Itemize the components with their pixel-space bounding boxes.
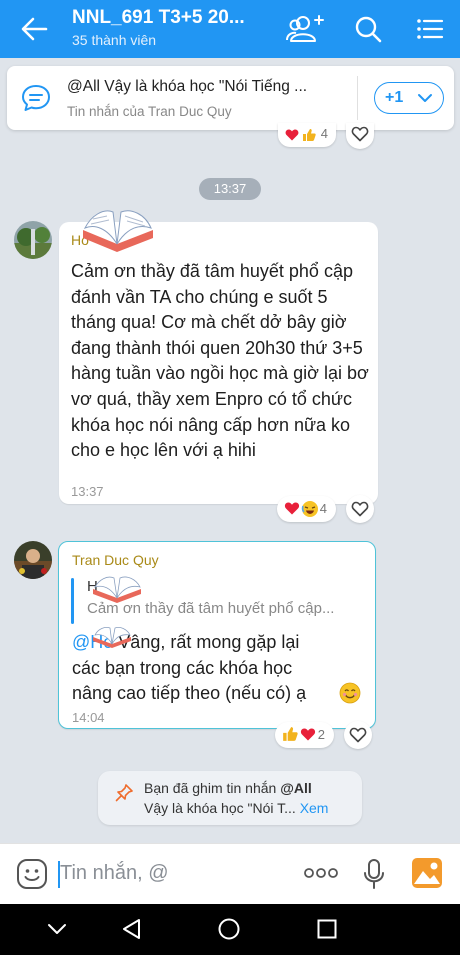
back-arrow-icon[interactable]: [18, 14, 50, 44]
pin-notice[interactable]: Bạn đã ghim tin nhắn @All Vậy là khóa họ…: [98, 771, 362, 825]
message-input-bar: Tin nhắn, @: [0, 843, 460, 904]
message-bubble[interactable]: Ho Cảm ơn thầy đã tâm huyết phổ cập đánh…: [59, 210, 378, 504]
open-book-sticker-icon: [93, 627, 131, 648]
avatar-image: [14, 221, 52, 259]
message-time: 14:04: [72, 710, 105, 725]
reaction-count: 4: [320, 126, 328, 141]
gallery-image-icon[interactable]: [411, 857, 443, 889]
notice-mention: @All: [280, 780, 312, 796]
message-text-line: Vâng, rất mong gặp lại: [113, 632, 300, 652]
chat-title[interactable]: NNL_691 T3+5 20...: [72, 7, 245, 29]
system-nav-bar: [0, 904, 460, 955]
message-text: Cảm ơn thầy đã tâm huyết phổ cập đánh vầ…: [71, 261, 369, 461]
pinned-message-bar[interactable]: @All Vậy là khóa học "Nói Tiếng ... Tin …: [7, 66, 454, 130]
search-icon[interactable]: [350, 12, 386, 46]
reaction-count: 2: [317, 727, 325, 742]
notice-line: Bạn đã ghim tin nhắn @All: [144, 780, 312, 796]
message-input[interactable]: Tin nhắn, @: [60, 862, 169, 885]
notice-text: Vậy là khóa học "Nói T...: [144, 800, 296, 816]
recent-apps-icon[interactable]: [316, 918, 338, 940]
heart-icon: [300, 728, 316, 741]
heart-outline-icon: [349, 727, 367, 743]
more-options-icon[interactable]: [303, 867, 339, 879]
reaction-count: 4: [319, 501, 327, 516]
quoted-text[interactable]: Cảm ơn thầy đã tâm huyết phổ cập...: [87, 600, 334, 617]
add-member-icon[interactable]: [285, 12, 329, 46]
more-pinned-button[interactable]: +1: [374, 82, 444, 114]
heart-icon: [285, 129, 299, 141]
menu-list-icon[interactable]: [412, 12, 448, 46]
message-time: 13:37: [71, 484, 104, 499]
more-pinned-count: +1: [385, 89, 404, 106]
reply-quote-bar: [71, 578, 74, 624]
microphone-icon[interactable]: [363, 858, 385, 890]
reaction-summary[interactable]: 4: [277, 496, 336, 522]
pinned-author: Tin nhắn của Tran Duc Quy: [67, 104, 232, 119]
smiling-face-icon: [339, 682, 361, 704]
message-text-line: nâng cao tiếp theo (nếu có) ạ: [72, 683, 307, 704]
home-circle-icon[interactable]: [217, 917, 241, 941]
heart-icon: [284, 502, 300, 515]
pin-icon: [115, 784, 133, 802]
sender-name[interactable]: Tran Duc Quy: [72, 552, 159, 568]
heart-outline-icon: [351, 501, 369, 517]
heart-outline-icon: [351, 126, 369, 142]
sticker-emoji-icon[interactable]: [16, 858, 48, 890]
like-button[interactable]: [346, 495, 374, 523]
chat-bubble-icon: [22, 85, 50, 111]
thumbs-up-icon: [283, 727, 298, 741]
open-book-sticker-icon: [83, 210, 153, 252]
back-triangle-icon[interactable]: [120, 917, 144, 941]
app-header: NNL_691 T3+5 20... 35 thành viên: [0, 0, 460, 58]
notice-line: Vậy là khóa học "Nói T... Xem: [144, 800, 328, 816]
divider: [357, 76, 358, 120]
time-divider: 13:37: [199, 178, 261, 200]
thumbs-up-icon: [303, 129, 316, 141]
avatar-image: [14, 541, 52, 579]
view-link[interactable]: Xem: [300, 800, 329, 816]
like-button[interactable]: [346, 123, 374, 149]
chevron-down-icon: [418, 94, 432, 102]
avatar[interactable]: [14, 541, 52, 579]
message-text-line: các bạn trong các khóa học: [72, 657, 293, 678]
laughing-face-icon: [301, 501, 318, 517]
chevron-down-icon[interactable]: [46, 922, 68, 936]
notice-text: Bạn đã ghim tin nhắn: [144, 780, 281, 796]
pinned-title: @All Vậy là khóa học "Nói Tiếng ...: [67, 78, 308, 95]
reaction-summary[interactable]: 2: [275, 722, 334, 748]
member-count[interactable]: 35 thành viên: [72, 32, 156, 48]
like-button[interactable]: [344, 721, 372, 749]
avatar[interactable]: [14, 221, 52, 259]
reaction-summary[interactable]: 4: [278, 123, 336, 147]
